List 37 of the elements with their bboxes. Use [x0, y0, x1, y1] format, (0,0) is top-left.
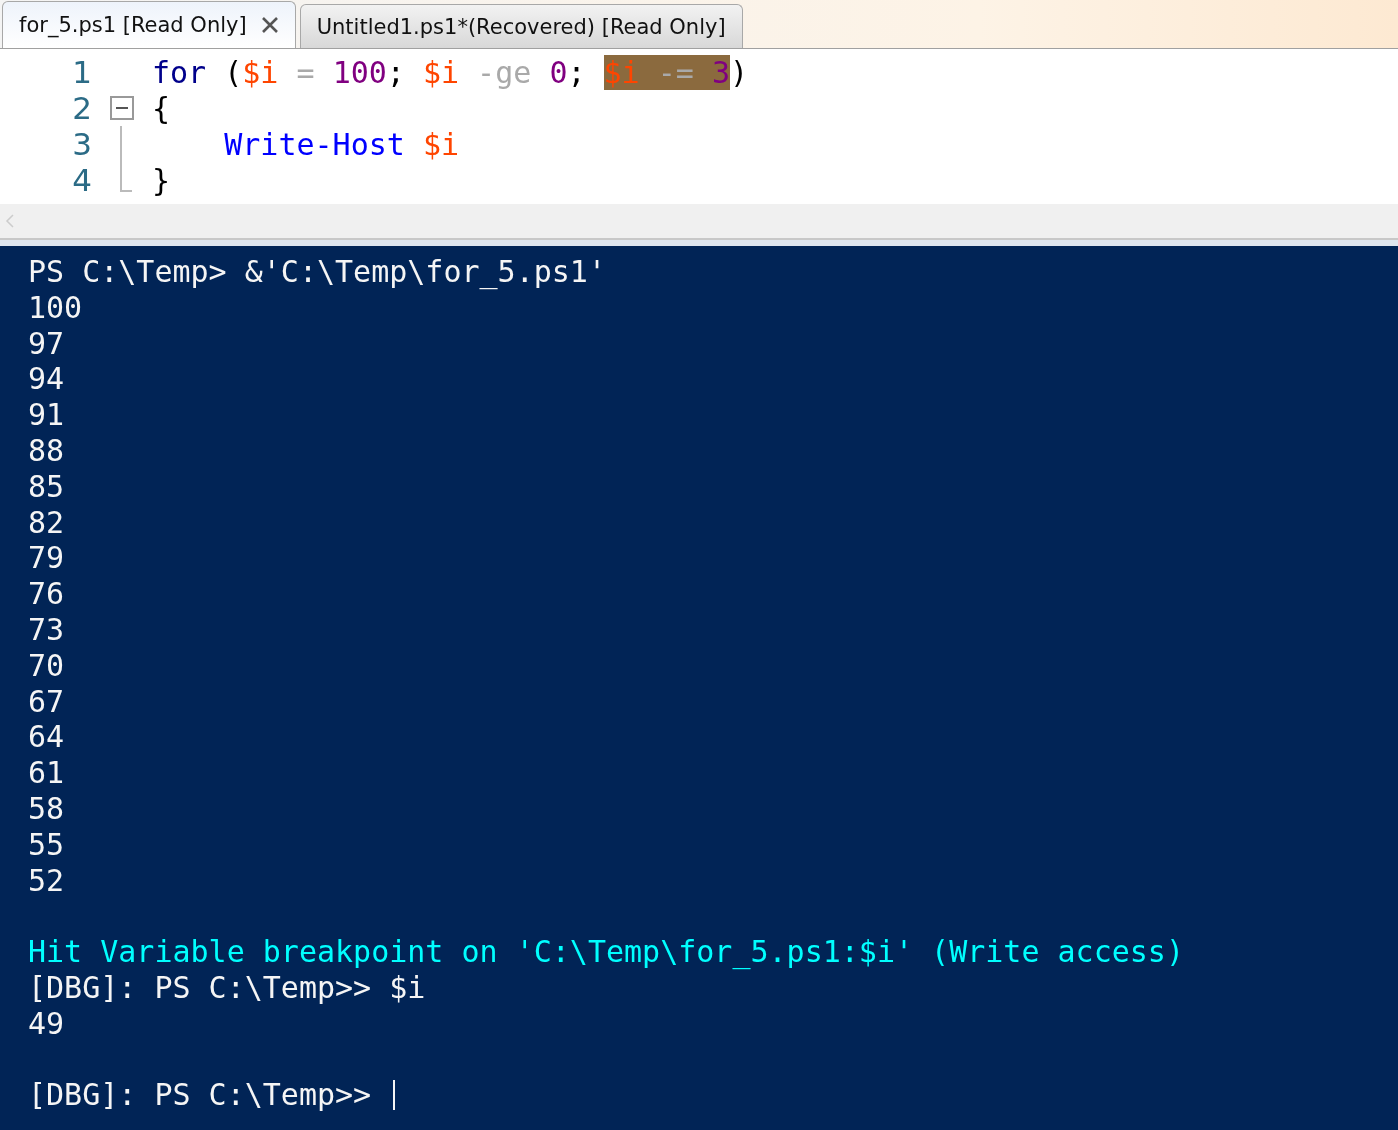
console-output: 91 — [28, 397, 65, 433]
line-number: 3 — [71, 126, 92, 162]
console-output: [DBG]: PS C:\Temp>> $i — [28, 969, 426, 1006]
console-output: 85 — [28, 468, 65, 505]
console-output: 100 — [28, 289, 83, 326]
file-tab[interactable]: for_5.ps1 [Read Only] — [2, 1, 296, 48]
console-output: 61 — [28, 755, 65, 791]
code-line: Write-Host $i — [223, 126, 460, 162]
fold-guide-line — [120, 162, 132, 192]
line-number: 1 — [71, 54, 92, 90]
console-output: 67 — [28, 683, 65, 720]
console-output: 79 — [28, 540, 65, 577]
console-output: 70 — [28, 647, 65, 684]
console-output: PS C:\Temp> &'C:\Temp\for_5.ps1' — [28, 254, 606, 290]
code-line: } — [152, 162, 171, 198]
console-prompt: [DBG]: PS C:\Temp>> — [28, 1077, 373, 1114]
console-output: 88 — [28, 433, 65, 469]
console-output: 64 — [28, 719, 65, 756]
console-output: 49 — [28, 1005, 65, 1042]
console-output: 58 — [28, 790, 65, 827]
console-output: 52 — [28, 862, 65, 899]
code-line: for ($i = 100; $i -ge 0; $i -= 3) — [152, 54, 749, 90]
console-output: 82 — [28, 504, 65, 541]
line-number: 2 — [71, 90, 92, 126]
collapse-icon[interactable] — [110, 96, 134, 120]
console-output: 73 — [28, 611, 65, 648]
code-line: { — [152, 90, 171, 126]
line-number: 4 — [71, 162, 92, 198]
horizontal-scrollbar[interactable] — [0, 204, 1398, 240]
file-tab[interactable]: Untitled1.ps1*(Recovered) [Read Only] — [299, 4, 743, 48]
text-cursor — [393, 1080, 396, 1111]
console-output: 94 — [28, 361, 65, 398]
console-output: 97 — [28, 325, 65, 362]
console-output: 76 — [28, 576, 65, 612]
console-output: 55 — [28, 826, 65, 863]
console-message: Hit Variable breakpoint on 'C:\Temp\for_5.ps1:$i' (Write access) — [28, 934, 1184, 970]
close-icon[interactable] — [260, 16, 279, 34]
